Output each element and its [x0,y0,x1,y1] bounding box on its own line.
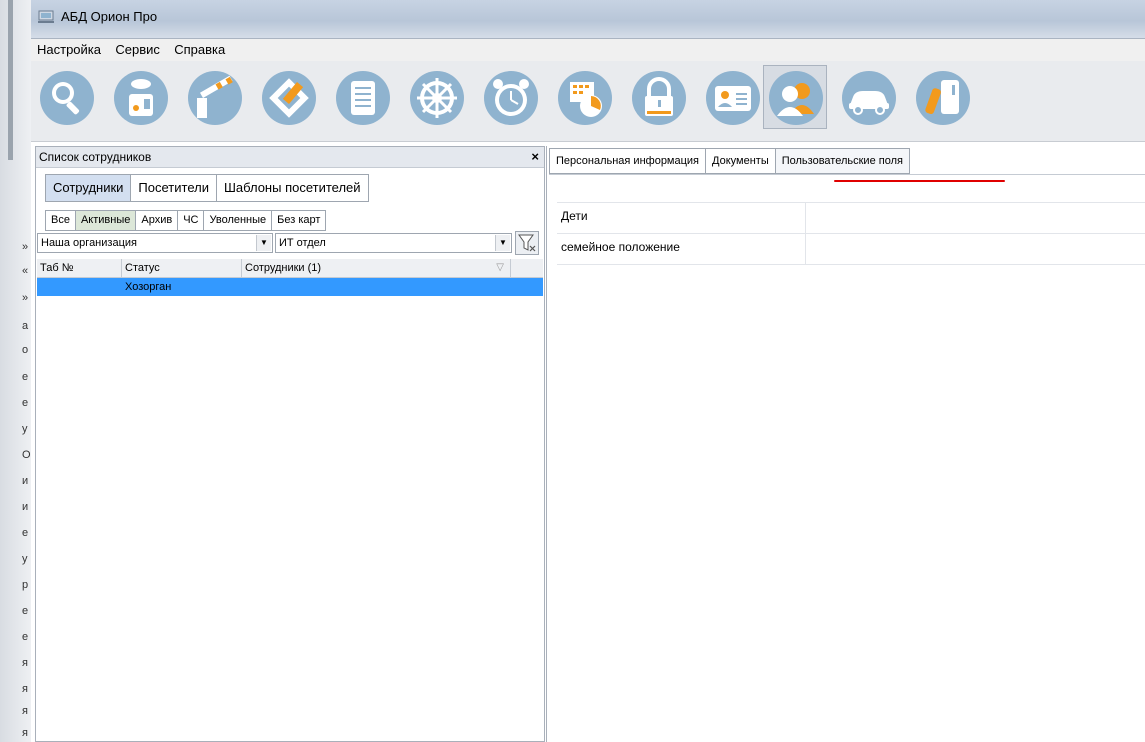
filter-tab-active[interactable]: Активные [75,210,137,231]
app-icon [38,10,54,23]
field-value-input[interactable] [806,234,1145,264]
menu-bar: Настройка Сервис Справка [31,38,1145,61]
background-window-strip: » « » а о е е у О и и е у р е е я я я я [0,0,32,742]
id-card-icon [706,71,760,125]
passes-button[interactable] [701,66,765,130]
filter-tab-no-cards[interactable]: Без карт [272,210,327,231]
column-employees-label: Сотрудники (1) [245,262,322,274]
field-label: Дети [557,203,806,233]
toolbar [31,61,1145,142]
barrier-button[interactable] [183,66,247,130]
title-bar[interactable]: АБД Орион Про [31,0,1145,38]
tab-documents[interactable]: Документы [706,148,776,174]
helm-wheel-icon [410,71,464,125]
employees-button[interactable] [763,65,827,129]
keys-button[interactable] [911,66,975,130]
tab-visitor-templates[interactable]: Шаблоны посетителей [216,174,369,202]
highlight-underline [834,180,1005,182]
department-select[interactable]: ИТ отдел ▼ [275,233,512,253]
clear-filter-button[interactable] [515,231,539,255]
field-row: Дети [557,202,1145,233]
schedule-chart-icon [558,71,612,125]
employee-details-panel: Персональная информация Документы Пользо… [546,146,1145,742]
cell-tab-no [37,278,122,296]
menu-help[interactable]: Справка [168,39,230,57]
cell-status: Хозорган [125,281,172,293]
control-button[interactable] [405,66,469,130]
close-icon[interactable]: × [531,149,539,164]
floor-plan-icon [262,71,316,125]
search-button[interactable] [35,66,99,130]
employees-table: Таб № Статус Сотрудники (1) ▽ Хозорган [37,259,543,296]
filter-funnel-icon[interactable]: ▽ [496,259,504,277]
padlock-icon [632,71,686,125]
details-tabs: Персональная информация Документы Пользо… [549,148,910,174]
field-label: семейное положение [557,234,806,264]
reader-device-icon [114,71,168,125]
people-type-tabs: Сотрудники Посетители Шаблоны посетителе… [45,174,369,202]
table-row[interactable]: Хозорган [37,278,543,296]
car-icon [842,71,896,125]
tabs-divider [549,174,1145,175]
app-window: АБД Орион Про Настройка Сервис Справка С… [31,0,1145,742]
filter-tab-blacklist[interactable]: ЧС [178,210,205,231]
custom-fields-table: Дети семейное положение [557,202,1145,265]
tab-personal-info[interactable]: Персональная информация [549,148,707,174]
menu-settings[interactable]: Настройка [31,39,106,57]
tab-employees[interactable]: Сотрудники [45,174,132,202]
menu-service[interactable]: Сервис [109,39,165,57]
chevron-down-icon[interactable]: ▼ [256,235,271,251]
magnifier-search-icon [40,71,94,125]
alarm-clock-icon [484,71,538,125]
reports-button[interactable] [331,66,395,130]
org-filter-row: Наша организация ▼ ИТ отдел ▼ [37,231,543,255]
schedule-button[interactable] [479,66,543,130]
devices-button[interactable] [109,66,173,130]
column-tab-no[interactable]: Таб № [37,259,122,277]
document-list-icon [336,71,390,125]
background-scroll-bar [8,0,13,160]
filter-tab-all[interactable]: Все [45,210,76,231]
status-filter-tabs: Все Активные Архив ЧС Уволенные Без карт [45,210,327,231]
time-zones-button[interactable] [553,66,617,130]
floor-plan-button[interactable] [257,66,321,130]
column-spacer [511,259,543,277]
filter-clear-icon [518,234,536,252]
table-header: Таб № Статус Сотрудники (1) ▽ [37,259,543,278]
field-value-input[interactable] [806,203,1145,233]
department-value: ИТ отдел [279,237,326,249]
column-employees[interactable]: Сотрудники (1) ▽ [242,259,511,277]
key-card-icon [916,71,970,125]
employees-icon [769,71,823,125]
field-row: семейное положение [557,233,1145,265]
tab-custom-fields[interactable]: Пользовательские поля [775,148,910,174]
window-title: АБД Орион Про [61,9,158,24]
filter-tab-archive[interactable]: Архив [136,210,179,231]
employee-list-panel: Список сотрудников × Сотрудники Посетите… [35,146,545,742]
filter-tab-dismissed[interactable]: Уволенные [204,210,273,231]
vehicles-button[interactable] [837,66,901,130]
organization-select[interactable]: Наша организация ▼ [37,233,273,253]
panel-header: Список сотрудников × [36,147,544,168]
tab-visitors[interactable]: Посетители [131,174,217,202]
column-status[interactable]: Статус [122,259,242,277]
cell-name [242,278,543,296]
barrier-gate-icon [188,71,242,125]
access-levels-button[interactable] [627,66,691,130]
panel-title: Список сотрудников [39,150,152,164]
chevron-down-icon[interactable]: ▼ [495,235,510,251]
organization-value: Наша организация [41,237,137,249]
